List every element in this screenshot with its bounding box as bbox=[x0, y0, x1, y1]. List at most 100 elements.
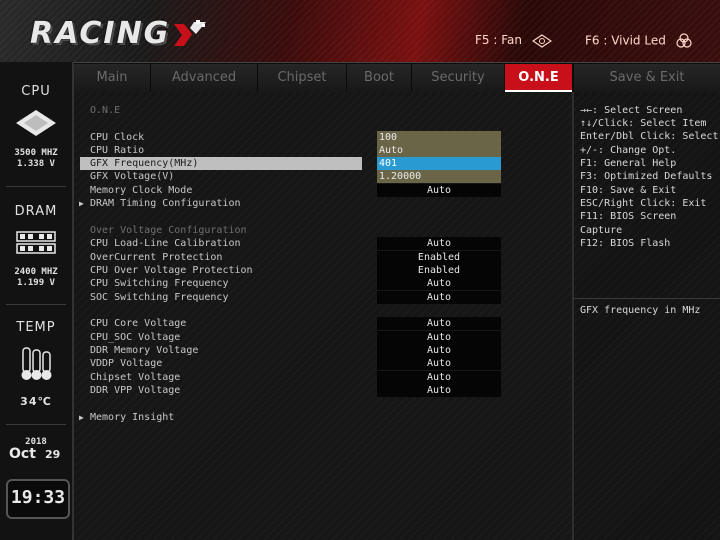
fan-icon bbox=[531, 33, 552, 48]
vivid-led-hotkey[interactable]: F6 : Vivid Led bbox=[585, 33, 692, 49]
page-heading: O.N.E bbox=[90, 105, 121, 116]
tab-one[interactable]: O.N.E bbox=[505, 64, 573, 92]
setting-label: CPU Core Voltage bbox=[90, 318, 187, 329]
setting-value-select[interactable]: Auto bbox=[377, 237, 501, 250]
clock-display: 19:33 bbox=[6, 479, 70, 519]
setting-value-input[interactable]: 401 bbox=[377, 157, 501, 170]
setting-row-ddr-memory-voltage[interactable]: DDR Memory Voltage Auto bbox=[74, 344, 572, 357]
hardware-monitor-sidebar: CPU 3500 MHZ 1.338 V DRAM 2400 MHZ 1.199… bbox=[0, 62, 74, 540]
setting-row-cpu-switching-frequency[interactable]: CPU Switching Frequency Auto bbox=[74, 277, 572, 290]
memory-module-icon bbox=[16, 231, 56, 254]
tab-advanced[interactable]: Advanced bbox=[151, 64, 258, 92]
vivid-led-hotkey-label: F6 : Vivid Led bbox=[585, 33, 666, 48]
dram-title: DRAM bbox=[14, 204, 58, 219]
setting-row-cpu-llc[interactable]: CPU Load-Line Calibration Auto bbox=[74, 237, 572, 250]
temp-title: TEMP bbox=[16, 320, 56, 335]
setting-row-cpu-clock[interactable]: CPU Clock 100 bbox=[74, 131, 572, 144]
submenu-label: Memory Insight bbox=[90, 412, 175, 423]
sidebar-divider bbox=[6, 304, 66, 305]
setting-row-gfx-frequency[interactable]: GFX Frequency(MHz) 401 bbox=[74, 157, 572, 170]
submenu-arrow-icon: ▶ bbox=[79, 199, 84, 208]
setting-label: CPU Switching Frequency bbox=[90, 278, 229, 289]
help-key-line: F12: BIOS Flash bbox=[580, 238, 671, 249]
setting-row-cpu-soc-voltage[interactable]: CPU_SOC Voltage Auto bbox=[74, 331, 572, 344]
setting-label: OverCurrent Protection bbox=[90, 252, 223, 263]
help-key-line: ↑↓/Click: Select Item bbox=[580, 118, 707, 129]
setting-value-select[interactable]: Auto bbox=[377, 184, 501, 197]
fan-hotkey[interactable]: F5 : Fan bbox=[475, 33, 552, 48]
help-key-line: F3: Optimized Defaults bbox=[580, 171, 713, 182]
date-day: 29 bbox=[45, 448, 61, 461]
racing-logo-x-icon bbox=[174, 20, 206, 46]
help-key-line: +/-: Change Opt. bbox=[580, 145, 677, 156]
setting-label: CPU Ratio bbox=[90, 145, 145, 156]
tab-main[interactable]: Main bbox=[74, 64, 151, 92]
setting-value-input[interactable]: 100 bbox=[377, 131, 501, 144]
date-month: Oct bbox=[9, 446, 36, 462]
setting-row-overcurrent-protection[interactable]: OverCurrent Protection Enabled bbox=[74, 251, 572, 264]
setting-label: CPU Clock bbox=[90, 132, 145, 143]
tab-chipset[interactable]: Chipset bbox=[258, 64, 347, 92]
help-key-line: F10: Save & Exit bbox=[580, 185, 677, 196]
setting-label: CPU_SOC Voltage bbox=[90, 332, 181, 343]
setting-row-cpu-ratio[interactable]: CPU Ratio Auto bbox=[74, 144, 572, 157]
setting-row-gfx-voltage[interactable]: GFX Voltage(V) 1.20000 bbox=[74, 170, 572, 183]
setting-value-select[interactable]: Auto bbox=[377, 344, 501, 357]
header-bar: RACING F5 : Fan F6 : Vivid Led bbox=[0, 0, 720, 63]
tab-security[interactable]: Security bbox=[412, 64, 505, 92]
cpu-chip-icon bbox=[16, 110, 56, 136]
tab-boot[interactable]: Boot bbox=[347, 64, 412, 92]
setting-value-input[interactable]: 1.20000 bbox=[377, 170, 501, 183]
help-key-line: Enter/Dbl Click: Select bbox=[580, 131, 719, 142]
setting-row-soc-switching-frequency[interactable]: SOC Switching Frequency Auto bbox=[74, 291, 572, 304]
setting-value-select[interactable]: Enabled bbox=[377, 264, 501, 277]
settings-panel: O.N.E CPU Clock 100 CPU Ratio Auto GFX F… bbox=[74, 92, 574, 540]
setting-value-select[interactable]: Auto bbox=[377, 277, 501, 290]
setting-value-select[interactable]: Auto bbox=[377, 371, 501, 384]
thermometer-icon bbox=[21, 347, 52, 380]
sidebar-divider bbox=[6, 424, 66, 425]
submenu-arrow-icon: ▶ bbox=[79, 413, 84, 422]
setting-label: CPU Load-Line Calibration bbox=[90, 238, 241, 249]
help-divider bbox=[574, 298, 720, 299]
setting-value-select[interactable]: Enabled bbox=[377, 251, 501, 264]
setting-value-select[interactable]: Auto bbox=[377, 291, 501, 304]
setting-value-select[interactable]: Auto bbox=[377, 357, 501, 370]
setting-label: DDR VPP Voltage bbox=[90, 385, 181, 396]
setting-row-ddr-vpp-voltage[interactable]: DDR VPP Voltage Auto bbox=[74, 384, 572, 397]
setting-value-select[interactable]: Auto bbox=[377, 317, 501, 330]
setting-label: Memory Clock Mode bbox=[90, 185, 193, 196]
setting-value-select[interactable]: Auto bbox=[377, 384, 501, 397]
cpu-frequency: 3500 MHZ bbox=[14, 148, 58, 158]
help-key-line: F11: BIOS Screen bbox=[580, 211, 677, 222]
led-icon bbox=[676, 33, 692, 48]
submenu-memory-insight[interactable]: ▶ Memory Insight bbox=[74, 411, 572, 424]
help-key-line: →←: Select Screen bbox=[580, 105, 683, 116]
sidebar-divider bbox=[6, 186, 66, 187]
fan-hotkey-label: F5 : Fan bbox=[475, 33, 522, 47]
setting-label: CPU Over Voltage Protection bbox=[90, 265, 253, 276]
setting-row-chipset-voltage[interactable]: Chipset Voltage Auto bbox=[74, 371, 572, 384]
setting-label: Chipset Voltage bbox=[90, 372, 181, 383]
tab-bar: Main Advanced Chipset Boot Security O.N.… bbox=[74, 64, 720, 92]
setting-label: DDR Memory Voltage bbox=[90, 345, 199, 356]
submenu-dram-timing[interactable]: ▶ DRAM Timing Configuration bbox=[74, 197, 572, 210]
setting-value-input[interactable]: Auto bbox=[377, 144, 501, 157]
tab-save-exit[interactable]: Save & Exit bbox=[574, 64, 720, 92]
help-description: GFX frequency in MHz bbox=[580, 305, 701, 316]
setting-label: SOC Switching Frequency bbox=[90, 292, 229, 303]
help-key-line: ESC/Right Click: Exit bbox=[580, 198, 707, 209]
dram-voltage: 1.199 V bbox=[17, 278, 55, 288]
setting-row-memory-clock-mode[interactable]: Memory Clock Mode Auto bbox=[74, 184, 572, 197]
cpu-voltage: 1.338 V bbox=[17, 159, 55, 169]
setting-value-select[interactable]: Auto bbox=[377, 331, 501, 344]
temperature-value: 34℃ bbox=[20, 395, 52, 408]
setting-row-vddp-voltage[interactable]: VDDP Voltage Auto bbox=[74, 357, 572, 370]
help-panel: →←: Select Screen ↑↓/Click: Select Item … bbox=[574, 92, 720, 540]
cpu-title: CPU bbox=[21, 84, 51, 99]
setting-label: GFX Voltage(V) bbox=[90, 171, 175, 182]
setting-row-cpu-core-voltage[interactable]: CPU Core Voltage Auto bbox=[74, 317, 572, 330]
setting-row-cpu-ovp[interactable]: CPU Over Voltage Protection Enabled bbox=[74, 264, 572, 277]
setting-label: VDDP Voltage bbox=[90, 358, 163, 369]
help-key-line: F1: General Help bbox=[580, 158, 677, 169]
